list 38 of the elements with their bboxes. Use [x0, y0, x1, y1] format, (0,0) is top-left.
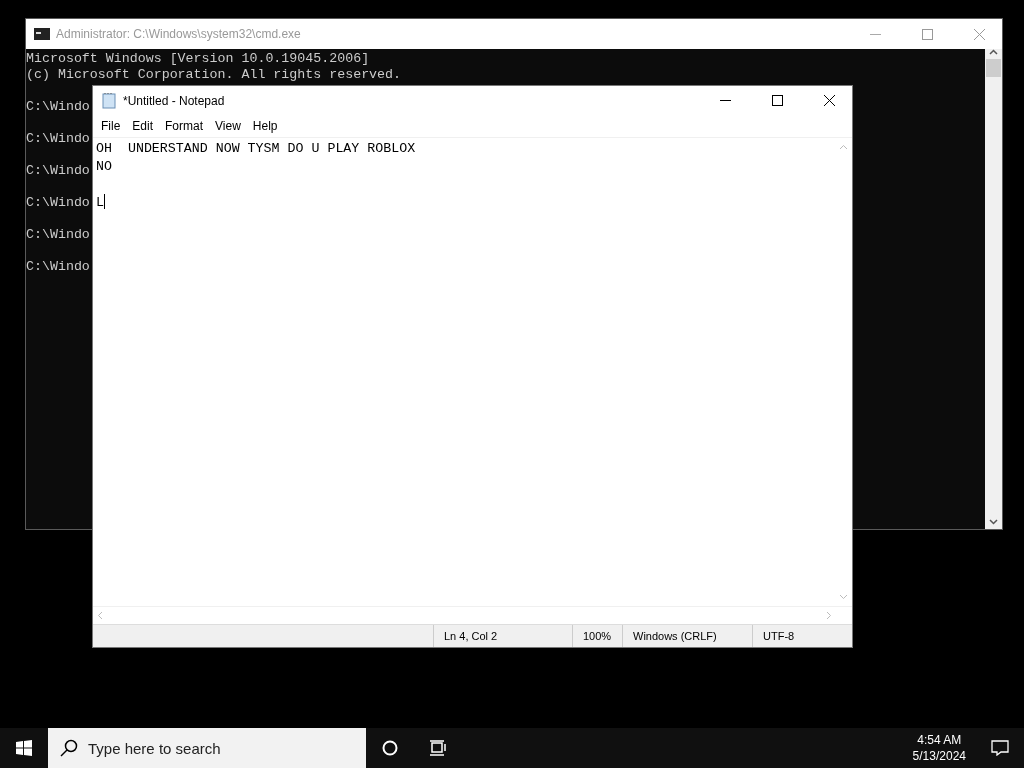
close-icon	[823, 95, 835, 106]
console-line: C:\Windo	[26, 259, 90, 275]
status-text: Windows (CRLF)	[622, 625, 752, 647]
clock[interactable]: 4:54 AM 5/13/2024	[902, 732, 976, 764]
status-text: UTF-8	[752, 625, 852, 647]
console-line: C:\Windo	[26, 99, 90, 115]
console-line: Microsoft Windows [Version 10.0.19045.2006]	[26, 51, 370, 67]
date-text: 5/13/2024	[912, 748, 966, 764]
maximize-icon	[921, 28, 933, 40]
window-title: *Untitled - Notepad	[123, 93, 225, 108]
search-field[interactable]: Type here to search	[48, 728, 366, 768]
menu-item[interactable]: File	[95, 119, 127, 133]
close-icon	[973, 28, 985, 40]
menu-item[interactable]: Edit	[126, 119, 160, 133]
speech-bubble-icon	[991, 740, 1009, 756]
minimize-icon	[869, 33, 881, 35]
notepad-icon	[101, 92, 117, 109]
menu-item[interactable]: Format	[159, 119, 210, 133]
console-line: (c) Microsoft Corporation. All rights reserved.	[26, 67, 402, 83]
minimize-icon	[719, 100, 731, 101]
console-line: C:\Windo	[26, 131, 90, 147]
menu-item[interactable]: Help	[246, 119, 284, 133]
windows-logo-icon	[16, 740, 32, 756]
console-line: C:\Windo	[26, 227, 90, 243]
console-line: C:\Windo	[26, 163, 90, 179]
document-text[interactable]: OH UNDERSTAND NOW TYSM DO U PLAY ROBLOX NO L	[93, 138, 835, 606]
window-title: Administrator: C:\Windows\system32\cmd.exe	[56, 27, 301, 41]
status-text: 100%	[572, 625, 622, 647]
menu-item[interactable]: View	[209, 119, 247, 133]
status-text: Ln 4, Col 2	[433, 625, 572, 647]
console-line: C:\Windo	[26, 195, 90, 211]
scroll-thumb[interactable]	[986, 59, 1001, 77]
search-icon	[60, 739, 78, 757]
time-text: 4:54 AM	[917, 732, 962, 748]
task-view-icon	[429, 740, 447, 756]
console-icon	[34, 28, 50, 40]
maximize-icon	[771, 95, 783, 106]
circle-icon	[382, 740, 398, 756]
